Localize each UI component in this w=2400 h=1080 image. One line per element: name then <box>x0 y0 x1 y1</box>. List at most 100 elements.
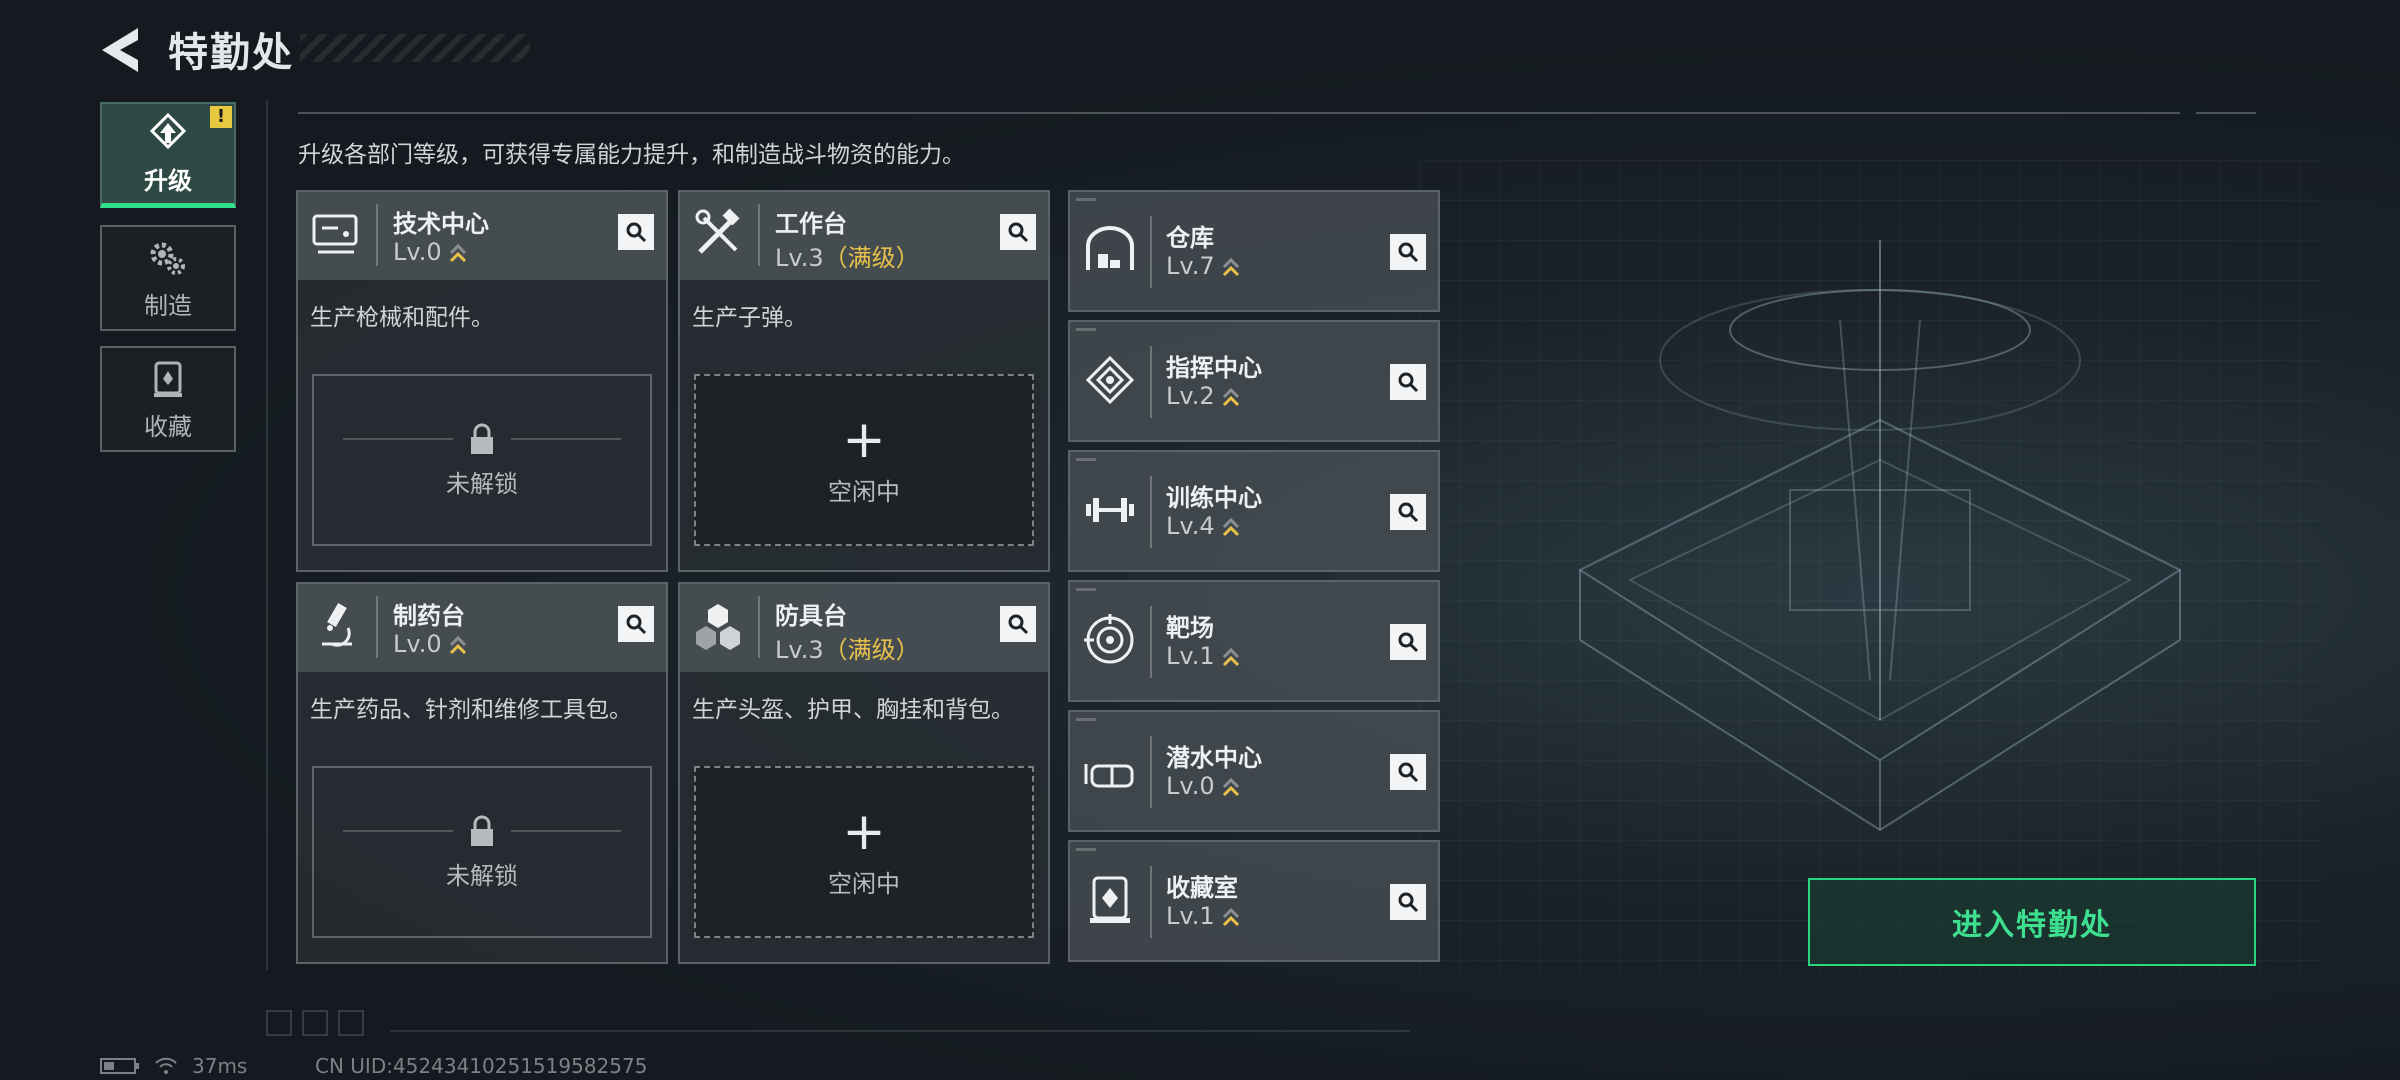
facility-card-command-center[interactable]: 指挥中心 Lv.2 <box>1068 320 1440 442</box>
upgrade-chevron-icon <box>449 635 466 655</box>
facility-card-training-center[interactable]: 训练中心 Lv.4 <box>1068 450 1440 572</box>
facility-description: 生产子弹。 <box>692 305 807 331</box>
decoration-square <box>302 1010 328 1036</box>
facility-card-workbench[interactable]: 工作台 Lv.3（满级） 生产子弹。 + 空闲中 <box>678 190 1050 572</box>
back-arrow-icon[interactable] <box>98 24 144 76</box>
search-icon <box>1398 502 1419 523</box>
search-icon <box>626 614 647 635</box>
facility-level: Lv.4 <box>1166 512 1241 540</box>
battery-icon <box>100 1058 139 1074</box>
nav-label: 升级 <box>144 167 192 195</box>
production-slot-locked: 未解锁 <box>312 374 652 546</box>
diving-mask-icon <box>1084 764 1134 788</box>
command-icon <box>1085 355 1135 405</box>
alert-badge: ! <box>210 106 232 128</box>
facility-level: Lv.0 <box>393 238 468 266</box>
search-icon <box>1398 632 1419 653</box>
facility-description: 生产药品、针剂和维修工具包。 <box>310 697 632 723</box>
search-button[interactable] <box>1390 364 1426 400</box>
facility-level: Lv.7 <box>1166 252 1241 280</box>
add-icon: + <box>842 801 886 862</box>
facility-card-pharmacy[interactable]: 制药台 Lv.0 生产药品、针剂和维修工具包。 未解锁 <box>296 582 668 964</box>
upgrade-chevron-icon <box>1222 647 1239 667</box>
card-divider <box>376 596 378 658</box>
upgrade-chevron-icon <box>1222 517 1239 537</box>
ping-value: 37ms <box>192 1054 248 1078</box>
nav-tab-collection[interactable]: 收藏 <box>100 346 236 452</box>
wifi-icon <box>155 1057 177 1074</box>
facility-name: 收藏室 <box>1166 874 1238 902</box>
nav-tab-craft[interactable]: 制造 <box>100 225 236 331</box>
facility-card-warehouse[interactable]: 仓库 Lv.7 <box>1068 190 1440 312</box>
nav-divider <box>266 100 268 970</box>
warehouse-icon <box>1086 226 1134 270</box>
decoration-square <box>338 1010 364 1036</box>
computer-icon <box>312 214 358 254</box>
status-bar: 37ms <box>100 1054 247 1078</box>
user-uid: CN UID:45243410251519582575 <box>315 1054 648 1078</box>
title-stripe-decoration <box>300 34 530 62</box>
search-button[interactable] <box>1000 214 1036 250</box>
facility-card-collection-room[interactable]: 收藏室 Lv.1 <box>1068 840 1440 962</box>
lock-icon <box>471 815 493 846</box>
slot-status: 未解锁 <box>446 861 518 890</box>
nav-label: 收藏 <box>144 412 192 441</box>
upgrade-chevron-icon <box>449 243 466 263</box>
gears-icon <box>150 242 185 275</box>
search-icon <box>1008 614 1029 635</box>
facility-name: 工作台 <box>775 210 847 238</box>
nav-label: 制造 <box>144 291 192 320</box>
facility-level: Lv.1 <box>1166 902 1241 930</box>
facility-name: 指挥中心 <box>1166 354 1262 382</box>
slot-status: 未解锁 <box>446 469 518 498</box>
card-divider <box>376 204 378 266</box>
search-icon <box>1008 222 1029 243</box>
card-divider <box>758 596 760 658</box>
facility-card-diving-center[interactable]: 潜水中心 Lv.0 <box>1068 710 1440 832</box>
search-button[interactable] <box>1390 494 1426 530</box>
search-button[interactable] <box>1390 234 1426 270</box>
upgrade-chevron-icon <box>1222 777 1239 797</box>
search-icon <box>1398 372 1419 393</box>
production-slot-idle[interactable]: + 空闲中 <box>694 766 1034 938</box>
upgrade-icon <box>149 112 187 150</box>
search-button[interactable] <box>618 214 654 250</box>
collection-icon <box>154 361 182 397</box>
facility-level: Lv.3（满级） <box>775 636 920 664</box>
facility-card-shooting-range[interactable]: 靶场 Lv.1 <box>1068 580 1440 702</box>
facility-name: 训练中心 <box>1166 484 1262 512</box>
facility-card-armor-bench[interactable]: 防具台 Lv.3（满级） 生产头盔、护甲、胸挂和背包。 + 空闲中 <box>678 582 1050 964</box>
facility-description: 生产头盔、护甲、胸挂和背包。 <box>692 697 1014 723</box>
tools-icon <box>695 208 740 254</box>
facility-name: 技术中心 <box>393 210 489 238</box>
dumbbell-icon <box>1086 498 1134 522</box>
facility-name: 靶场 <box>1166 614 1214 642</box>
search-icon <box>1398 892 1419 913</box>
base-structure-illustration <box>1577 240 2183 832</box>
search-button[interactable] <box>1390 754 1426 790</box>
search-icon <box>1398 762 1419 783</box>
facility-name: 潜水中心 <box>1166 744 1262 772</box>
search-icon <box>626 222 647 243</box>
nav-tab-upgrade[interactable]: ! 升级 <box>100 102 236 208</box>
slot-status: 空闲中 <box>828 477 900 506</box>
collection-room-icon <box>1090 876 1130 923</box>
facility-name: 制药台 <box>393 602 465 630</box>
upgrade-chevron-icon <box>1222 907 1239 927</box>
search-button[interactable] <box>618 606 654 642</box>
production-slot-locked: 未解锁 <box>312 766 652 938</box>
page-title: 特勤处 <box>168 30 294 76</box>
search-button[interactable] <box>1390 884 1426 920</box>
search-button[interactable] <box>1390 624 1426 660</box>
facility-level: Lv.2 <box>1166 382 1241 410</box>
search-button[interactable] <box>1000 606 1036 642</box>
facility-name: 仓库 <box>1166 224 1214 252</box>
lock-icon <box>471 423 493 454</box>
facility-level: Lv.1 <box>1166 642 1241 670</box>
microscope-icon <box>322 602 352 647</box>
production-slot-idle[interactable]: + 空闲中 <box>694 374 1034 546</box>
enter-special-ops-button[interactable]: 进入特勤处 <box>1808 878 2256 966</box>
facility-card-tech-center[interactable]: 技术中心 Lv.0 生产枪械和配件。 未解锁 <box>296 190 668 572</box>
add-icon: + <box>842 409 886 470</box>
page-description: 升级各部门等级，可获得专属能力提升，和制造战斗物资的能力。 <box>298 142 965 168</box>
